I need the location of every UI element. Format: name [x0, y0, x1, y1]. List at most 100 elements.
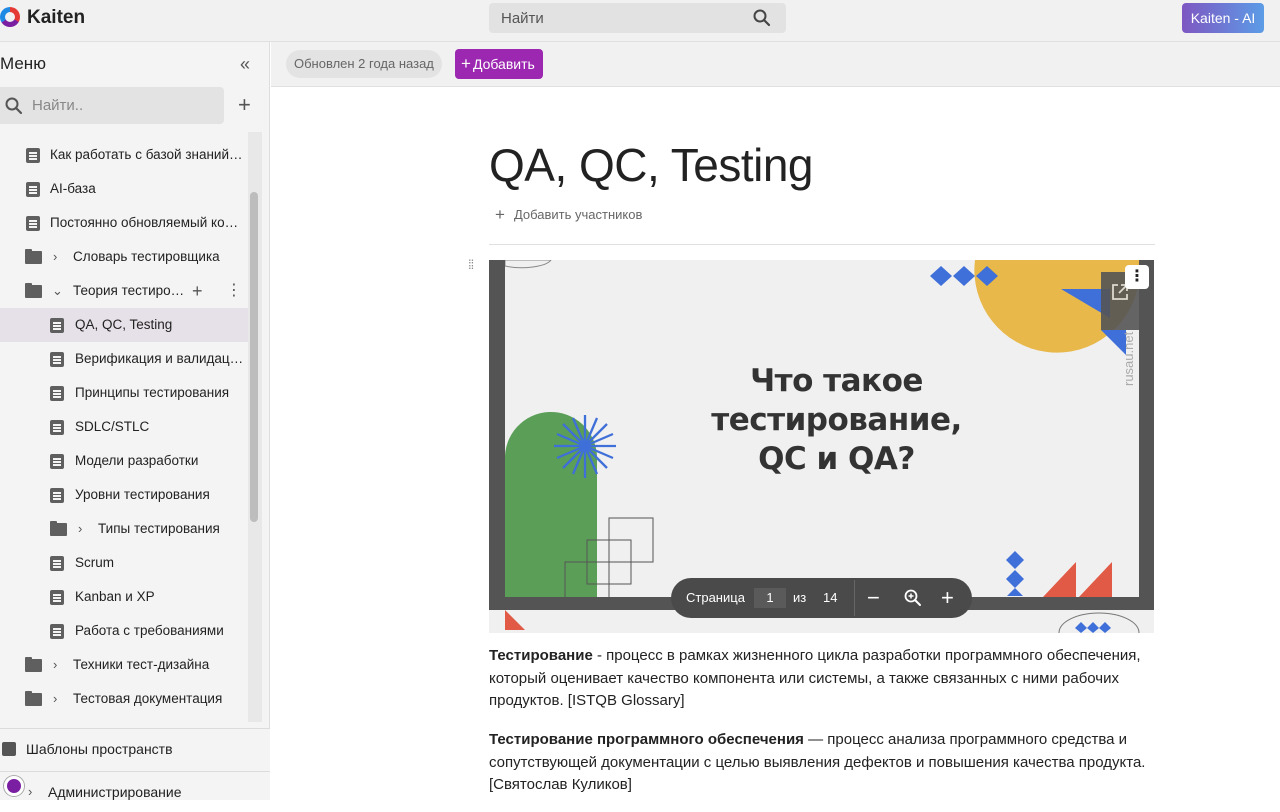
sidebar-item-label: Kanban и XP [75, 589, 155, 604]
sidebar-item[interactable]: Уровни тестирования [0, 478, 248, 512]
slide-watermark: rusau.net [1121, 331, 1136, 386]
term: Тестирование [489, 647, 593, 664]
sidebar-title: Меню [0, 54, 46, 73]
sidebar-item-label: Техники тест-дизайна [73, 657, 210, 672]
add-members-label: Добавить участников [513, 207, 643, 222]
sidebar-item[interactable]: Kanban и XP [0, 580, 248, 614]
sidebar-search[interactable] [0, 87, 224, 124]
page-number-input[interactable]: 1 [754, 588, 786, 608]
space-templates-link[interactable]: Шаблоны пространств [0, 729, 270, 769]
sidebar-tree: Как работать с базой знаний… AI-база Пос… [0, 138, 248, 724]
toolbar-separator [854, 580, 855, 616]
of-label: из [793, 590, 807, 605]
sidebar-item-label: Словарь тестировщика [73, 249, 220, 264]
drag-handle-icon[interactable]: ⁞⁞ [468, 258, 474, 271]
sidebar-folder[interactable]: › Типы тестирования [0, 512, 248, 546]
sidebar-item-label: Постоянно обновляемый ко… [50, 215, 239, 230]
slide-title-line: тестирование, [711, 402, 962, 438]
chevron-right-icon[interactable]: › [53, 240, 57, 274]
sidebar-item[interactable]: Как работать с базой знаний… [0, 138, 248, 172]
add-button[interactable]: + Добавить [455, 49, 543, 79]
search-icon[interactable] [752, 8, 772, 28]
collapse-sidebar-icon[interactable]: « [240, 54, 250, 75]
page-title[interactable]: QA, QC, Testing [489, 138, 814, 192]
sidebar-item[interactable]: Верификация и валидац… [0, 342, 248, 376]
sidebar-item[interactable]: Принципы тестирования [0, 376, 248, 410]
chevron-down-icon[interactable]: ⌄ [52, 274, 63, 308]
document-icon [26, 216, 40, 231]
sidebar-item-label: Тестовая документация [73, 691, 223, 706]
global-search-input[interactable] [489, 3, 739, 33]
kaiten-logo-icon[interactable] [0, 7, 20, 27]
sidebar-item-label: Уровни тестирования [75, 487, 210, 502]
folder-icon [25, 249, 42, 264]
kaiten-ai-button[interactable]: Kaiten - AI [1182, 3, 1264, 33]
chevron-right-icon[interactable]: › [53, 682, 57, 716]
slide-page: Что такое тестирование, QC и QA? rusau.n… [505, 260, 1139, 597]
administration-label: Администрирование [48, 784, 182, 800]
sidebar-folder[interactable]: › Тестовая документация [0, 682, 248, 716]
sidebar-item[interactable]: Scrum [0, 546, 248, 580]
sidebar-item[interactable]: Работа с требованиями [0, 614, 248, 648]
chevron-right-icon[interactable]: › [78, 512, 82, 546]
sidebar-footer: Шаблоны пространств › Администрирование [0, 728, 270, 800]
document-icon [50, 420, 64, 435]
add-page-icon[interactable]: + [238, 94, 251, 116]
document-icon [50, 488, 64, 503]
sidebar-item[interactable]: Модели разработки [0, 444, 248, 478]
sidebar-item[interactable]: SDLC/STLC [0, 410, 248, 444]
paragraph: Тестирование программного обеспечения — … [489, 729, 1154, 797]
chevron-right-icon[interactable]: › [53, 648, 57, 682]
plus-icon: + [495, 205, 505, 224]
sidebar: Меню « + Как работать с базой знаний… AI… [0, 42, 270, 800]
sidebar-item[interactable]: AI-база [0, 172, 248, 206]
total-pages: 14 [823, 590, 838, 605]
sidebar-scrollbar[interactable] [250, 192, 258, 522]
updated-badge: Обновлен 2 года назад [286, 50, 442, 78]
templates-icon [2, 742, 16, 756]
sidebar-item-label: Scrum [75, 555, 115, 570]
document-icon [50, 556, 64, 571]
zoom-in-icon[interactable]: + [941, 578, 954, 618]
sidebar-folder[interactable]: ⌄ Теория тестирования + ⋮ [0, 274, 248, 308]
add-subpage-icon[interactable]: + [192, 274, 203, 308]
sidebar-item-active[interactable]: QA, QC, Testing [0, 308, 248, 342]
slide-title-line: Что такое [750, 363, 923, 399]
zoom-reset-icon[interactable] [903, 588, 923, 608]
paragraph: Тестирование - процесс в рамках жизненно… [489, 645, 1154, 713]
zoom-out-icon[interactable]: − [867, 578, 880, 618]
global-search[interactable] [489, 3, 786, 33]
plus-icon: + [461, 54, 471, 73]
sidebar-item[interactable]: Постоянно обновляемый ко… [0, 206, 248, 240]
space-templates-label: Шаблоны пространств [26, 741, 173, 757]
more-options-icon[interactable]: ⋮ [226, 274, 242, 308]
content-toolbar: Обновлен 2 года назад + Добавить [271, 42, 1280, 87]
administration-link[interactable]: › Администрирование [0, 771, 270, 801]
sidebar-item-label: Верификация и валидац… [75, 351, 244, 366]
sidebar-folder[interactable]: › Техники тест-дизайна [0, 648, 248, 682]
sidebar-folder[interactable]: › Словарь тестировщика [0, 240, 248, 274]
sidebar-item-label: QA, QC, Testing [75, 317, 173, 332]
title-divider [489, 244, 1155, 245]
chevron-right-icon[interactable]: › [28, 772, 32, 812]
page-label: Страница [686, 590, 745, 605]
slide-title: Что такое тестирование, QC и QA? [689, 362, 984, 479]
document-icon [50, 590, 64, 605]
admin-avatar-icon [4, 776, 24, 796]
folder-icon [50, 521, 67, 536]
sidebar-item-label: SDLC/STLC [75, 419, 150, 434]
sidebar-item-label: Теория тестирования [73, 283, 189, 298]
sidebar-item-label: Модели разработки [75, 453, 199, 468]
document-icon [50, 624, 64, 639]
sidebar-search-input[interactable] [32, 87, 212, 124]
embed-more-options-icon[interactable]: ⋮ [1125, 265, 1149, 289]
sidebar-item-label: Как работать с базой знаний… [50, 147, 243, 162]
document-icon [26, 182, 40, 197]
add-members-button[interactable]: + Добавить участников [495, 205, 642, 225]
brand-name[interactable]: Kaiten [27, 7, 85, 29]
folder-icon [25, 657, 42, 672]
sidebar-item-label: AI-база [50, 181, 96, 196]
search-icon [5, 97, 23, 115]
document-icon [50, 454, 64, 469]
top-bar: Kaiten Kaiten - AI [0, 0, 1280, 42]
